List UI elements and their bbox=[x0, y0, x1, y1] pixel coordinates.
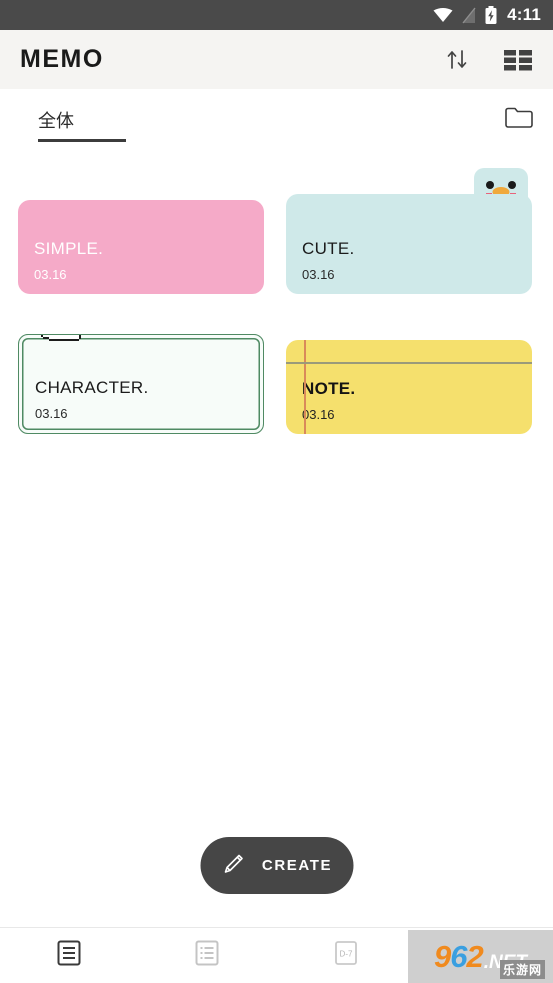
no-sim-icon bbox=[461, 7, 477, 24]
memo-date: 03.16 bbox=[35, 406, 68, 421]
memo-date: 03.16 bbox=[302, 407, 335, 422]
memo-icon bbox=[56, 939, 82, 972]
tab-all[interactable]: 全体 bbox=[20, 101, 126, 142]
memo-title: SIMPLE. bbox=[34, 239, 104, 259]
list-icon bbox=[194, 939, 220, 972]
tab-bar: 全体 bbox=[0, 89, 553, 145]
tab-active-indicator bbox=[38, 139, 126, 142]
pixel-rabbit-icon bbox=[35, 335, 99, 345]
bottom-nav-item-list[interactable] bbox=[138, 928, 276, 983]
grid-view-icon[interactable] bbox=[504, 48, 533, 71]
memo-card-wrapper: CHARACTER. 03.16 bbox=[18, 308, 264, 434]
bird-eye-right-icon bbox=[508, 181, 516, 189]
memo-card-wrapper: CUTE. 03.16 bbox=[286, 168, 532, 294]
bottom-nav-item-memo[interactable] bbox=[0, 928, 138, 983]
app-screen: 4:11 MEMO 全体 SIMPLE. 03.16 CUTE. 03.16 C… bbox=[0, 0, 553, 983]
memo-card-cute[interactable]: CUTE. 03.16 bbox=[286, 194, 532, 294]
app-bar-actions bbox=[445, 47, 533, 72]
create-button[interactable]: CREATE bbox=[200, 837, 353, 894]
memo-title: NOTE. bbox=[302, 379, 356, 399]
status-bar: 4:11 bbox=[0, 0, 553, 30]
create-button-label: CREATE bbox=[261, 857, 333, 874]
memo-card-wrapper: NOTE. 03.16 bbox=[286, 308, 532, 434]
tab-all-label: 全体 bbox=[38, 111, 74, 131]
memo-grid: SIMPLE. 03.16 CUTE. 03.16 CHARACTER. 03.… bbox=[0, 168, 553, 434]
memo-title: CHARACTER. bbox=[35, 378, 149, 398]
watermark-logo: 962 .NET 乐游网 bbox=[408, 930, 553, 983]
wifi-icon bbox=[433, 7, 453, 23]
memo-card-character[interactable]: CHARACTER. 03.16 bbox=[18, 334, 264, 434]
memo-title: CUTE. bbox=[302, 239, 355, 259]
memo-card-simple[interactable]: SIMPLE. 03.16 bbox=[18, 200, 264, 294]
note-rule-line bbox=[286, 362, 532, 364]
watermark-digits: 962 bbox=[433, 939, 484, 974]
note-margin-line bbox=[304, 340, 306, 434]
app-bar: MEMO bbox=[0, 30, 553, 89]
page-title: MEMO bbox=[20, 45, 104, 73]
sort-icon[interactable] bbox=[445, 47, 470, 72]
status-time: 4:11 bbox=[507, 5, 541, 24]
memo-date: 03.16 bbox=[34, 267, 67, 282]
memo-card-wrapper: SIMPLE. 03.16 bbox=[18, 168, 264, 294]
bottom-nav-item-dday[interactable]: D-7 bbox=[277, 928, 415, 983]
svg-text:D-7: D-7 bbox=[339, 950, 352, 959]
bird-eye-left-icon bbox=[486, 181, 494, 189]
watermark-chinese: 乐游网 bbox=[499, 960, 545, 979]
battery-charging-icon bbox=[485, 6, 497, 24]
dday-icon: D-7 bbox=[333, 939, 359, 972]
memo-card-note[interactable]: NOTE. 03.16 bbox=[286, 340, 532, 434]
folder-icon[interactable] bbox=[505, 106, 533, 129]
memo-date: 03.16 bbox=[302, 267, 335, 282]
pencil-icon bbox=[221, 850, 248, 882]
